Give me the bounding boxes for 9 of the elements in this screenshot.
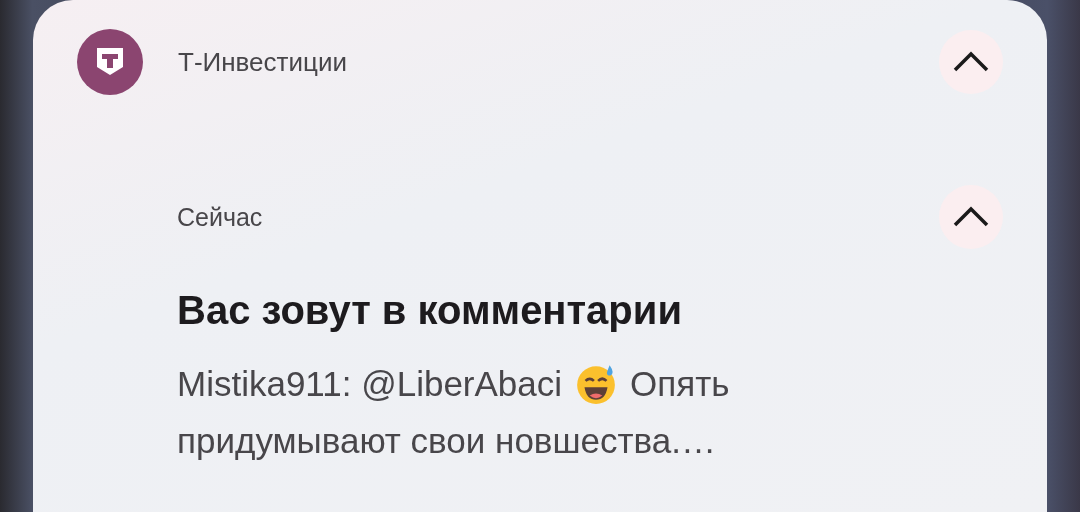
chevron-icon bbox=[953, 51, 989, 73]
message-text: Mistika911: @LiberAbaci bbox=[177, 363, 563, 405]
app-shield-icon bbox=[77, 29, 143, 95]
message-text: придумывают свои новшества.… bbox=[177, 420, 716, 462]
message-text: Опять bbox=[630, 363, 730, 405]
notification-title: Вас зовут в комментарии bbox=[177, 287, 683, 334]
app-name: Т-Инвестиции bbox=[178, 46, 348, 78]
notification-time: Сейчас bbox=[177, 202, 264, 232]
chevron-icon bbox=[953, 206, 989, 228]
